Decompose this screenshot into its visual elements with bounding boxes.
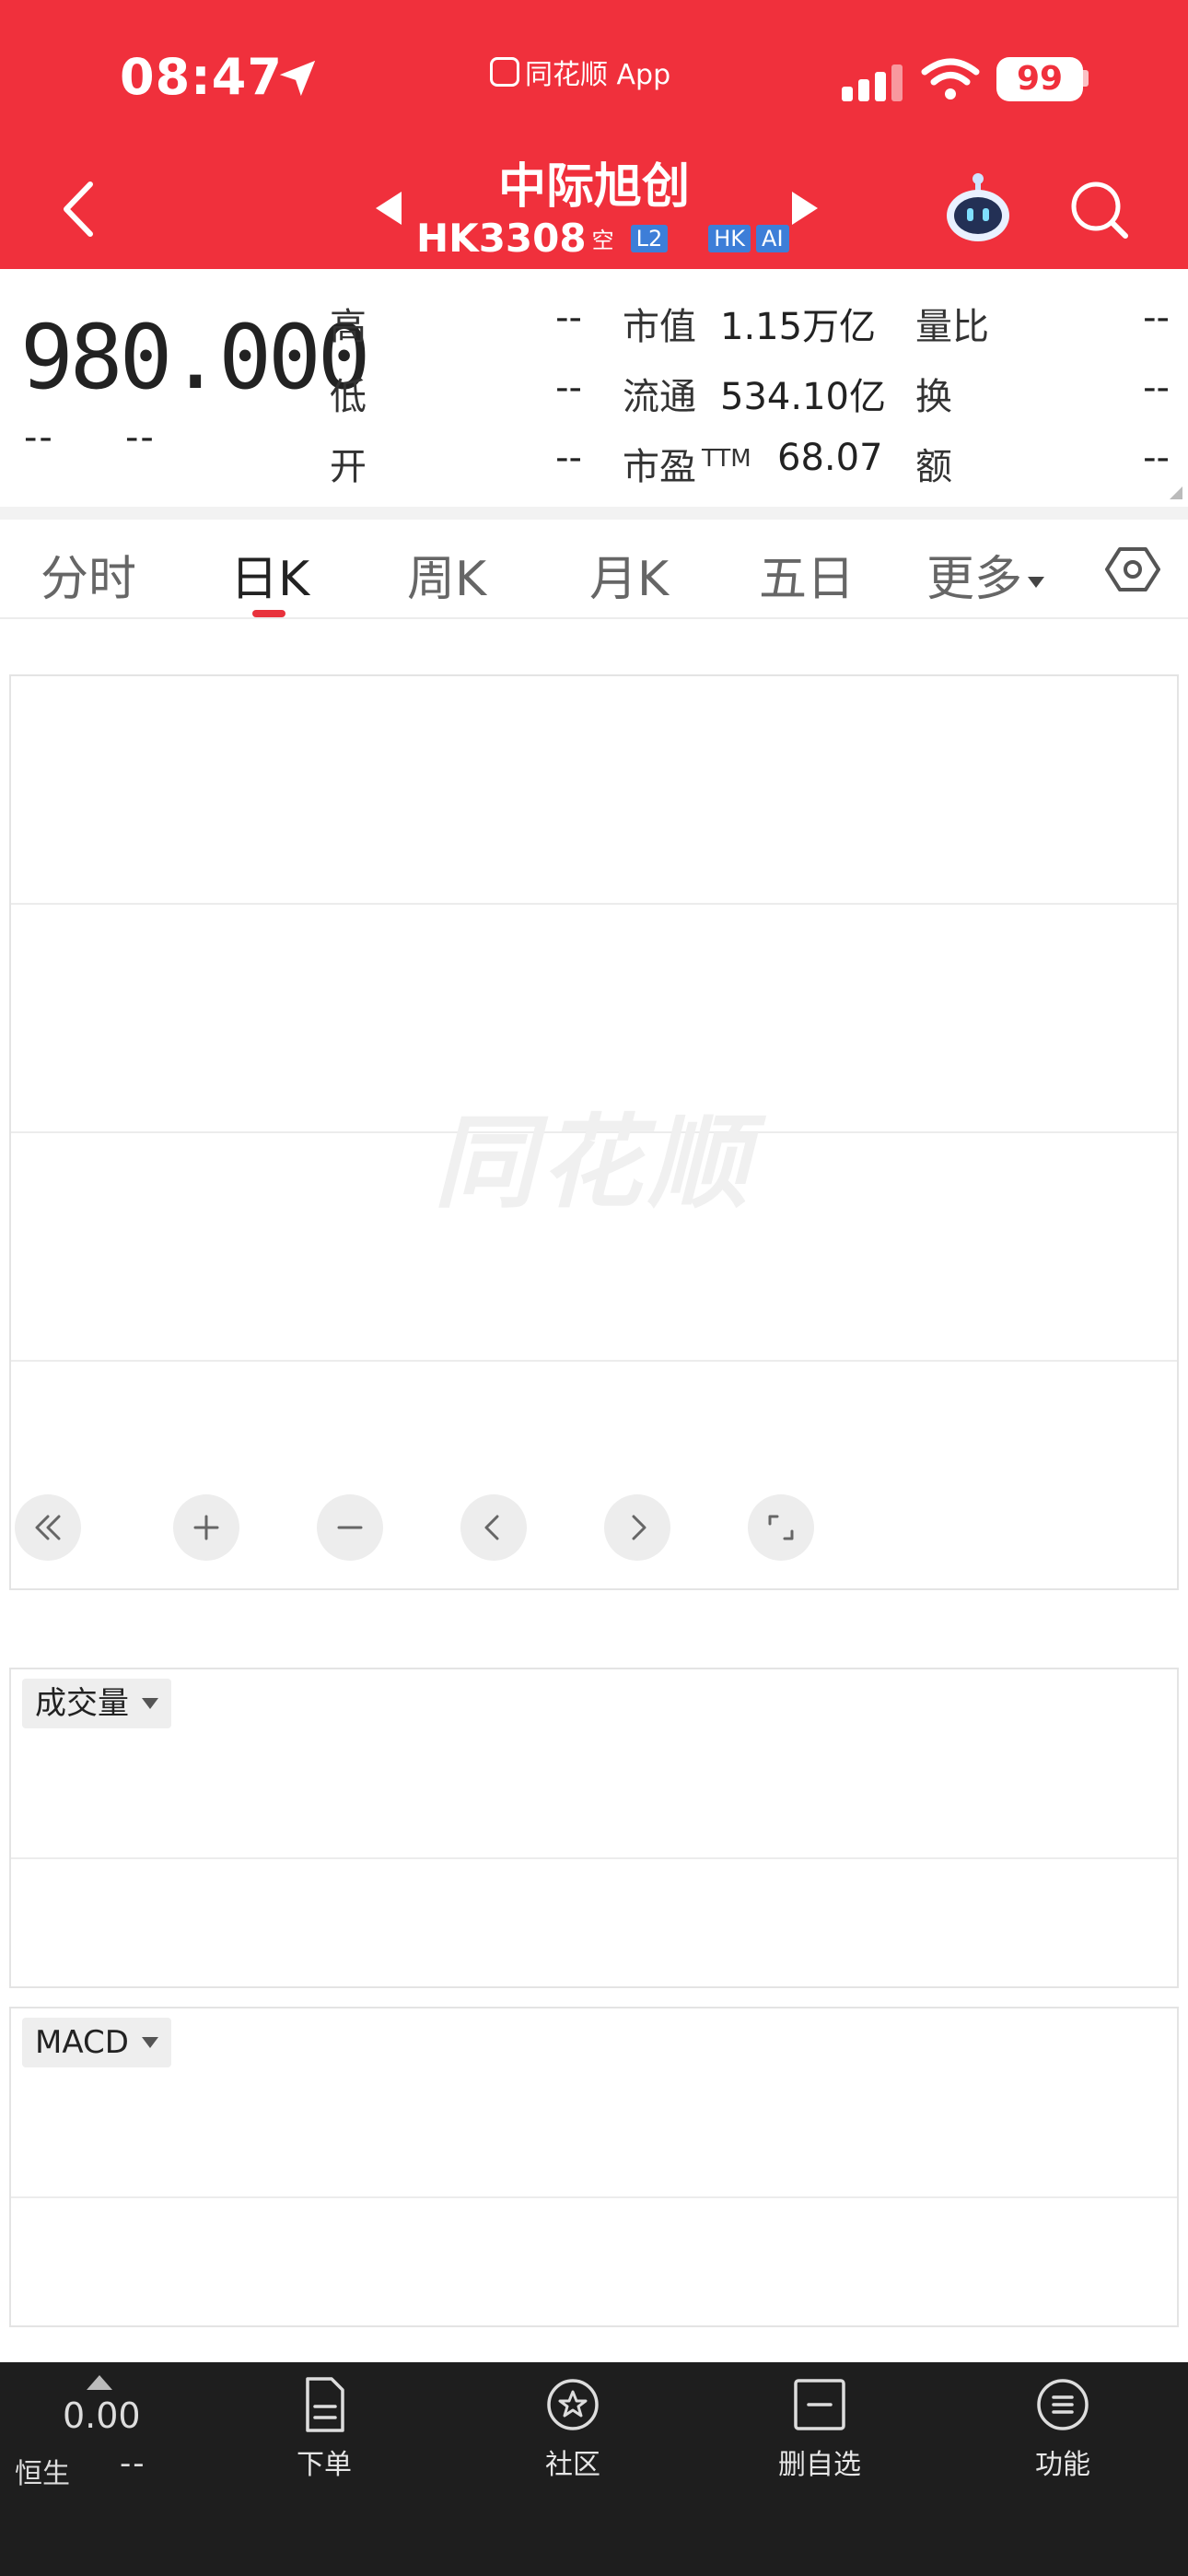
pe-value: 68.07 (777, 437, 883, 479)
market-cap-value: 1.15万亿 (720, 306, 877, 348)
location-arrow-icon (279, 60, 316, 97)
order-document-icon (306, 2377, 344, 2432)
nav-functions[interactable]: 功能 (989, 2375, 1136, 2482)
nav-remove-watchlist[interactable]: 删自选 (746, 2375, 893, 2482)
price-change: -- (24, 416, 54, 459)
grid-line (11, 1360, 1177, 1362)
search-icon[interactable] (1068, 179, 1129, 240)
more-caret-icon (1028, 577, 1045, 588)
chevron-down-icon (142, 1698, 158, 1709)
macd-chart-panel[interactable]: MACD (9, 2007, 1179, 2327)
turnover-label: 换 (915, 376, 952, 418)
status-time: 08:47 (120, 48, 283, 106)
open-value: -- (555, 437, 582, 479)
high-label: 高 (330, 306, 367, 348)
move-right-button[interactable] (604, 1494, 670, 1561)
app-indicator[interactable]: 同花顺 App (490, 52, 670, 92)
app-logo-icon (490, 57, 519, 87)
tab-daily-k[interactable]: 日K (230, 540, 309, 609)
active-tab-indicator (252, 610, 285, 617)
high-value: -- (555, 297, 582, 339)
chart-settings-icon[interactable] (1105, 542, 1160, 597)
chevron-down-icon (141, 2037, 158, 2048)
amount-value: -- (1143, 437, 1170, 479)
low-value: -- (555, 367, 582, 409)
double-chevron-left-icon (35, 1515, 61, 1540)
move-left-button[interactable] (460, 1494, 527, 1561)
last-price: 980.000 (20, 306, 371, 409)
watermark: 同花顺 (434, 1104, 754, 1222)
menu-circle-icon (1037, 2379, 1089, 2430)
battery-indicator: 99 (996, 57, 1083, 101)
next-stock-arrow-icon[interactable] (788, 190, 821, 227)
battery-tip (1083, 70, 1089, 87)
zoom-out-button[interactable] (317, 1494, 383, 1561)
ai-robot-icon[interactable] (943, 171, 1013, 245)
jump-to-start-button[interactable] (15, 1494, 81, 1561)
section-separator (0, 507, 1188, 520)
badge-l2: L2 (630, 224, 669, 252)
macd-indicator-label: MACD (35, 2024, 129, 2061)
tab-more[interactable]: 更多 (926, 540, 1045, 609)
volume-indicator-label: 成交量 (35, 1685, 129, 1722)
index-change: -- (120, 2445, 146, 2482)
zoom-in-button[interactable] (173, 1494, 239, 1561)
nav-label: 下单 (297, 2449, 352, 2481)
index-up-arrow-icon (87, 2375, 112, 2390)
fullscreen-icon (768, 1515, 794, 1540)
index-value: 0.00 (63, 2395, 141, 2436)
low-label: 低 (330, 376, 367, 418)
tab-five-day[interactable]: 五日 (759, 540, 855, 609)
stock-code-row: HK3308 空 L2 HK AI (416, 216, 789, 261)
remove-square-icon (794, 2379, 845, 2430)
float-cap-value: 534.10亿 (720, 376, 886, 418)
quote-panel[interactable]: 980.000 -- -- 高 -- 低 -- 开 -- 市值 1.15万亿 流… (0, 269, 1188, 507)
macd-indicator-select[interactable]: MACD (22, 2018, 171, 2067)
index-name: 恒生 (15, 2458, 70, 2490)
chevron-right-icon (632, 1515, 646, 1540)
bottom-toolbar: 0.00 恒生 -- 下单 社区 删自选 功能 (0, 2362, 1188, 2576)
turnover-value: -- (1143, 367, 1170, 409)
float-cap-label: 流通 (623, 376, 696, 418)
chevron-left-icon (484, 1515, 499, 1540)
tab-weekly-k[interactable]: 周K (407, 540, 486, 609)
period-tabs: 分时 日K 周K 月K 五日 更多 (0, 520, 1188, 619)
volume-indicator-select[interactable]: 成交量 (22, 1679, 171, 1728)
grid-line (11, 2196, 1177, 2198)
badge-ai: AI (756, 224, 789, 252)
short-sell-tag: 空 (591, 228, 614, 253)
grid-line (11, 1857, 1177, 1859)
fullscreen-button[interactable] (748, 1494, 814, 1561)
nav-community[interactable]: 社区 (499, 2375, 646, 2482)
wifi-icon (921, 58, 980, 100)
plus-icon (193, 1515, 219, 1540)
stock-code: HK3308 (416, 216, 587, 261)
volume-ratio-value: -- (1143, 297, 1170, 339)
grid-line (11, 903, 1177, 905)
cellular-signal-icon (842, 64, 903, 101)
community-star-icon (547, 2379, 599, 2430)
price-change-pct: -- (125, 416, 156, 459)
kline-chart-panel[interactable]: 同花顺 (9, 674, 1179, 1590)
app-name: 同花顺 App (525, 59, 671, 91)
nav-label: 社区 (545, 2449, 600, 2481)
volume-ratio-label: 量比 (915, 306, 989, 348)
minus-icon (337, 1526, 363, 1529)
volume-chart-panel[interactable]: 成交量 (9, 1668, 1179, 1988)
nav-place-order[interactable]: 下单 (250, 2375, 398, 2482)
amount-label: 额 (915, 446, 952, 488)
market-cap-label: 市值 (623, 306, 696, 348)
badge-hk: HK (708, 224, 751, 252)
tab-monthly-k[interactable]: 月K (589, 540, 669, 609)
nav-label: 功能 (1035, 2449, 1090, 2481)
expand-corner-icon[interactable] (1170, 486, 1182, 499)
nav-label: 删自选 (778, 2449, 861, 2481)
top-header: 08:47 同花顺 App 99 中际旭创 HK3308 空 L2 HK AI (0, 0, 1188, 269)
open-label: 开 (330, 446, 367, 488)
tab-intraday[interactable]: 分时 (41, 540, 136, 609)
pe-label: 市盈 TTM (623, 444, 751, 488)
